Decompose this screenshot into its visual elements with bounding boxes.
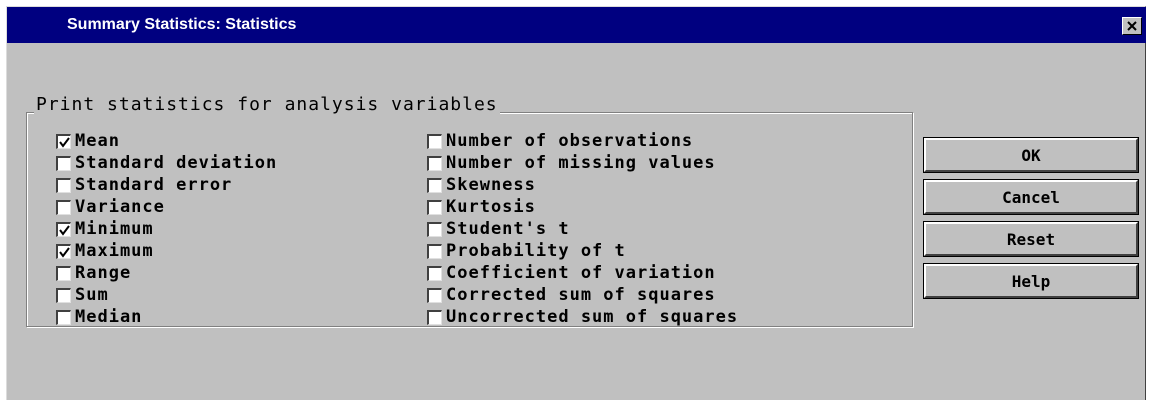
checkbox-box[interactable] xyxy=(427,287,442,303)
checkbox-number-of-observations[interactable]: Number of observations xyxy=(427,130,693,152)
checkbox-box[interactable] xyxy=(56,155,71,171)
checkbox-label: Range xyxy=(75,263,132,283)
checkbox-box[interactable] xyxy=(427,309,442,325)
checkbox-box[interactable] xyxy=(56,177,71,193)
checkbox-label: Corrected sum of squares xyxy=(446,285,716,305)
checkbox-standard-error[interactable]: Standard error xyxy=(56,174,232,196)
checkbox-uncorrected-sum-of-squares[interactable]: Uncorrected sum of squares xyxy=(427,306,738,328)
checkbox-mean[interactable]: Mean xyxy=(56,130,120,152)
checkbox-box[interactable] xyxy=(56,243,71,259)
checkbox-box[interactable] xyxy=(56,221,71,237)
checkbox-label: Variance xyxy=(75,197,165,217)
checkmark-icon xyxy=(59,136,70,148)
checkbox-box[interactable] xyxy=(56,287,71,303)
window-title: Summary Statistics: Statistics xyxy=(67,16,297,33)
checkmark-icon xyxy=(59,224,70,236)
reset-button[interactable]: Reset xyxy=(923,221,1139,257)
checkbox-box[interactable] xyxy=(427,133,442,149)
checkbox-number-of-missing-values[interactable]: Number of missing values xyxy=(427,152,716,174)
groupbox-legend: Print statistics for analysis variables xyxy=(34,94,500,115)
checkbox-median[interactable]: Median xyxy=(56,306,142,328)
checkbox-label: Standard deviation xyxy=(75,153,278,173)
checkbox-box[interactable] xyxy=(56,265,71,281)
checkbox-label: Kurtosis xyxy=(446,197,536,217)
title-bar[interactable]: Summary Statistics: Statistics xyxy=(7,7,1146,43)
checkbox-label: Mean xyxy=(75,131,120,151)
checkbox-probability-of-t[interactable]: Probability of t xyxy=(427,240,626,262)
checkbox-box[interactable] xyxy=(427,221,442,237)
help-button[interactable]: Help xyxy=(923,263,1139,299)
checkbox-box[interactable] xyxy=(56,309,71,325)
checkbox-label: Maximum xyxy=(75,241,154,261)
checkbox-box[interactable] xyxy=(56,199,71,215)
checkbox-label: Uncorrected sum of squares xyxy=(446,307,739,327)
checkbox-label: Probability of t xyxy=(446,241,626,261)
ok-button[interactable]: OK xyxy=(923,137,1139,173)
checkbox-label: Median xyxy=(75,307,143,327)
checkbox-coefficient-of-variation[interactable]: Coefficient of variation xyxy=(427,262,716,284)
checkbox-skewness[interactable]: Skewness xyxy=(427,174,536,196)
checkbox-corrected-sum-of-squares[interactable]: Corrected sum of squares xyxy=(427,284,716,306)
checkbox-box[interactable] xyxy=(427,265,442,281)
checkbox-label: Sum xyxy=(75,285,109,305)
checkbox-box[interactable] xyxy=(56,133,71,149)
checkbox-label: Skewness xyxy=(446,175,536,195)
close-button[interactable] xyxy=(1122,17,1142,35)
checkbox-maximum[interactable]: Maximum xyxy=(56,240,154,262)
checkbox-label: Coefficient of variation xyxy=(446,263,716,283)
checkbox-sum[interactable]: Sum xyxy=(56,284,109,306)
checkbox-label: Standard error xyxy=(75,175,233,195)
checkbox-label: Student's t xyxy=(446,219,570,239)
checkbox-box[interactable] xyxy=(427,243,442,259)
close-icon xyxy=(1127,21,1137,31)
checkbox-kurtosis[interactable]: Kurtosis xyxy=(427,196,536,218)
checkbox-student-s-t[interactable]: Student's t xyxy=(427,218,570,240)
checkbox-standard-deviation[interactable]: Standard deviation xyxy=(56,152,277,174)
checkbox-range[interactable]: Range xyxy=(56,262,131,284)
checkbox-label: Minimum xyxy=(75,219,154,239)
checkbox-variance[interactable]: Variance xyxy=(56,196,165,218)
cancel-button[interactable]: Cancel xyxy=(923,179,1139,215)
checkbox-label: Number of missing values xyxy=(446,153,716,173)
checkbox-box[interactable] xyxy=(427,155,442,171)
checkbox-label: Number of observations xyxy=(446,131,694,151)
checkbox-box[interactable] xyxy=(427,199,442,215)
checkbox-box[interactable] xyxy=(427,177,442,193)
checkbox-minimum[interactable]: Minimum xyxy=(56,218,154,240)
checkmark-icon xyxy=(59,246,70,258)
